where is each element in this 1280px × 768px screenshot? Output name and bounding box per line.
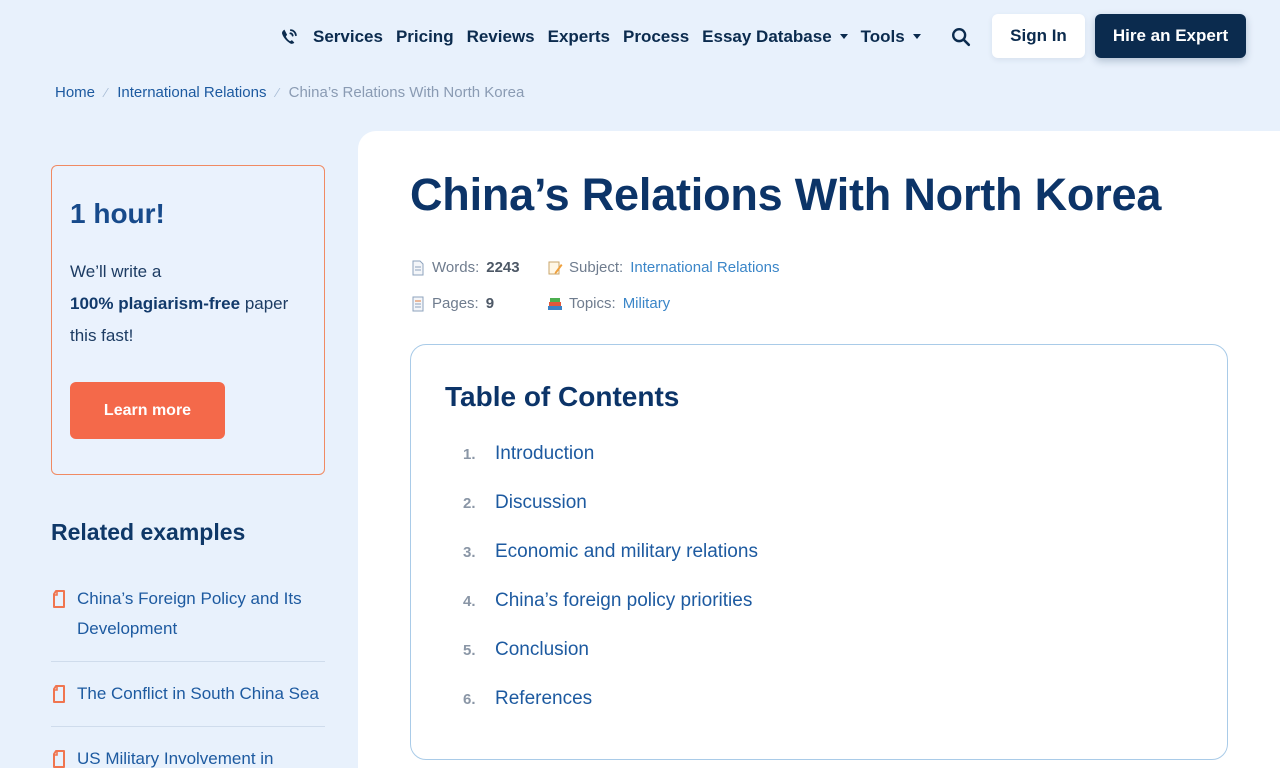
memo-icon	[548, 261, 563, 274]
article-card: China’s Relations With North Korea Words…	[358, 131, 1280, 768]
hire-expert-button[interactable]: Hire an Expert	[1095, 14, 1246, 58]
breadcrumb: Home ⁄ International Relations ⁄ China’s…	[55, 84, 524, 101]
promo-line2: 100% plagiarism-free paper	[70, 288, 306, 320]
page: Services Pricing Reviews Experts Process…	[0, 0, 1280, 768]
subject-label: Subject:	[569, 259, 624, 276]
breadcrumb-current: China’s Relations With North Korea	[288, 84, 525, 101]
promo-line1: We’ll write a	[70, 262, 162, 281]
toc-title: Table of Contents	[445, 381, 680, 412]
related-examples-title: Related examples	[51, 519, 246, 545]
breadcrumb-separator: ⁄	[276, 85, 279, 100]
promo-card: 1 hour! We’ll write a 100% plagiarism-fr…	[51, 165, 325, 475]
related-item-label: China’s Foreign Policy and Its Developme…	[77, 589, 302, 638]
meta-topics: Topics: Military	[547, 295, 670, 312]
breadcrumb-category[interactable]: International Relations	[117, 84, 266, 101]
toc-label: China’s foreign policy priorities	[495, 590, 753, 611]
promo-title: 1 hour!	[70, 198, 165, 229]
search-icon[interactable]	[950, 26, 972, 48]
toc-item-introduction[interactable]: 1. Introduction	[463, 443, 758, 492]
breadcrumb-home[interactable]: Home	[55, 84, 95, 101]
document-icon	[51, 679, 77, 709]
promo-line2-rest: paper	[240, 294, 289, 313]
subject-link[interactable]: International Relations	[630, 259, 779, 276]
toc-number: 2.	[463, 495, 476, 512]
sign-in-button[interactable]: Sign In	[992, 14, 1085, 58]
toc-item-foreign-policy[interactable]: 4. China’s foreign policy priorities	[463, 590, 758, 639]
nav-experts[interactable]: Experts	[548, 27, 610, 47]
related-item-label: The Conflict in South China Sea	[77, 684, 319, 703]
page-title: China’s Relations With North Korea	[410, 169, 1162, 220]
toc-label: Economic and military relations	[495, 541, 758, 562]
topics-link[interactable]: Military	[623, 295, 671, 312]
toc-number: 5.	[463, 642, 476, 659]
meta-subject: Subject: International Relations	[547, 259, 779, 276]
toc-list: 1. Introduction 2. Discussion 3. Economi…	[463, 443, 758, 737]
promo-text: We’ll write a 100% plagiarism-free paper…	[70, 256, 306, 352]
toc-label: Conclusion	[495, 639, 589, 660]
nav-essay-database-label: Essay Database	[702, 26, 832, 46]
nav-tools[interactable]: Tools	[861, 27, 921, 47]
promo-line3: this fast!	[70, 326, 134, 345]
breadcrumb-separator: ⁄	[105, 85, 108, 100]
related-item[interactable]: The Conflict in South China Sea	[51, 679, 325, 709]
chevron-down-icon	[839, 34, 848, 39]
toc-item-discussion[interactable]: 2. Discussion	[463, 492, 758, 541]
meta-words: Words: 2243	[410, 259, 520, 276]
toc-number: 1.	[463, 446, 476, 463]
nav-tools-label: Tools	[860, 26, 905, 46]
promo-bold: 100% plagiarism-free	[70, 294, 241, 313]
nav-process[interactable]: Process	[623, 27, 689, 47]
learn-more-button[interactable]: Learn more	[70, 382, 225, 439]
meta-pages: Pages: 9	[410, 295, 494, 312]
document-icon	[51, 744, 77, 768]
related-item-label: US Military Involvement in	[77, 749, 274, 768]
words-value: 2243	[486, 259, 520, 276]
related-examples-list: China’s Foreign Policy and Its Developme…	[51, 584, 325, 768]
nav-essay-database[interactable]: Essay Database	[702, 26, 848, 47]
nav-services[interactable]: Services	[313, 27, 383, 47]
toc-number: 6.	[463, 691, 476, 708]
books-icon	[548, 297, 562, 310]
toc-label: Introduction	[495, 443, 595, 464]
pages-value: 9	[485, 295, 495, 312]
toc-item-economic-military[interactable]: 3. Economic and military relations	[463, 541, 758, 590]
divider	[51, 661, 325, 662]
top-navigation: Services Pricing Reviews Experts Process…	[0, 14, 1280, 59]
words-label: Words:	[432, 259, 480, 276]
table-of-contents: Table of Contents 1. Introduction 2. Dis…	[410, 344, 1228, 760]
toc-item-conclusion[interactable]: 5. Conclusion	[463, 639, 758, 688]
toc-number: 4.	[463, 593, 476, 610]
related-item[interactable]: China’s Foreign Policy and Its Developme…	[51, 584, 325, 644]
toc-label: References	[495, 688, 593, 709]
chevron-down-icon	[912, 34, 921, 39]
related-item[interactable]: US Military Involvement in	[51, 744, 325, 768]
divider	[51, 726, 325, 727]
toc-item-references[interactable]: 6. References	[463, 688, 758, 737]
nav-pricing[interactable]: Pricing	[396, 27, 454, 47]
nav-links: Services Pricing Reviews Experts Process…	[313, 14, 934, 59]
document-icon	[412, 260, 424, 275]
document-icon	[51, 584, 77, 644]
phone-icon[interactable]	[278, 26, 300, 48]
nav-reviews[interactable]: Reviews	[467, 27, 535, 47]
pages-label: Pages:	[432, 295, 479, 312]
pages-icon	[412, 296, 424, 311]
toc-number: 3.	[463, 544, 476, 561]
toc-label: Discussion	[495, 492, 587, 513]
topics-label: Topics:	[569, 295, 616, 312]
